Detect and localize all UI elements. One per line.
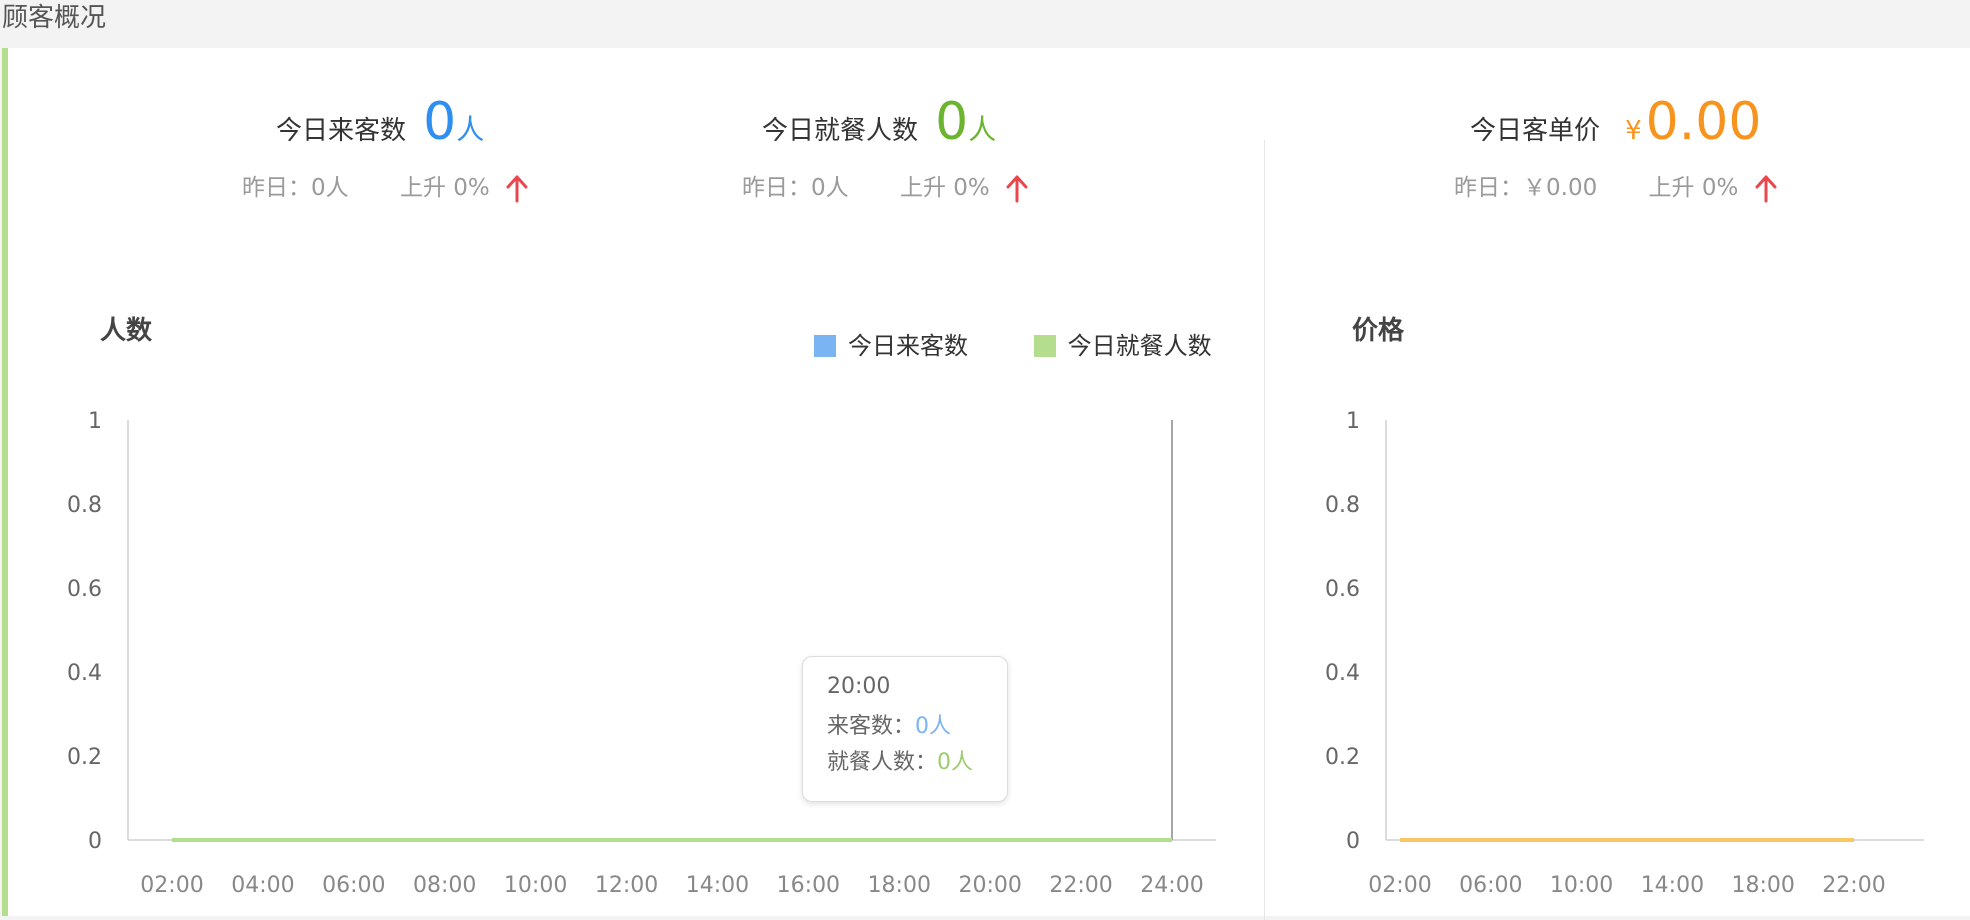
left-chart-x-tick-label: 12:00 xyxy=(595,873,658,898)
left-chart-x-tick-label: 06:00 xyxy=(322,873,385,898)
stat-visitors-yesterday: 昨日：0人 xyxy=(242,175,349,201)
left-chart-x-tick-label: 20:00 xyxy=(958,873,1021,898)
arrow-up-icon xyxy=(1755,175,1777,202)
left-chart-x-tick-label: 14:00 xyxy=(686,873,749,898)
left-chart-x-tick-label: 04:00 xyxy=(231,873,294,898)
left-chart-x-tick-label: 10:00 xyxy=(504,873,567,898)
left-chart-x-tick-label: 18:00 xyxy=(868,873,931,898)
stat-avg-price-change: 上升 0% xyxy=(1648,175,1739,201)
right-chart-x-tick-label: 14:00 xyxy=(1641,873,1704,898)
left-chart-x-tick-label: 08:00 xyxy=(413,873,476,898)
left-chart-x-tick-label: 02:00 xyxy=(140,873,203,898)
right-chart-y-tick-label: 0.4 xyxy=(1325,661,1360,686)
stat-avg-price-yesterday: 昨日：￥0.00 xyxy=(1454,175,1598,201)
arrow-up-icon xyxy=(1006,175,1028,202)
right-chart-x-tick-label: 06:00 xyxy=(1459,873,1522,898)
chart-tooltip: 20:00 来客数：0人 就餐人数：0人 xyxy=(802,656,1008,802)
stat-diners-yesterday: 昨日：0人 xyxy=(742,175,849,201)
left-chart-x-tick-label: 16:00 xyxy=(777,873,840,898)
left-chart-y-tick-label: 0.2 xyxy=(67,745,102,770)
stat-visitors-change: 上升 0% xyxy=(399,175,490,201)
tooltip-visitors-value: 0人 xyxy=(915,714,952,739)
section-title: 顾客概况 xyxy=(2,3,107,33)
stat-diners-label: 今日就餐人数 xyxy=(762,116,919,146)
stat-avg-price-value: 0.00 xyxy=(1645,92,1762,152)
stat-visitors-value: 0 xyxy=(423,92,457,152)
stat-avg-price-label: 今日客单价 xyxy=(1470,116,1601,146)
tooltip-diners-label: 就餐人数： xyxy=(827,750,938,775)
tooltip-diners-value: 0人 xyxy=(937,750,974,775)
left-chart-x-tick-label: 22:00 xyxy=(1049,873,1112,898)
left-chart-x-tick-label: 24:00 xyxy=(1140,873,1203,898)
left-chart-y-tick-label: 0.6 xyxy=(67,577,102,602)
left-chart-y-tick-label: 0 xyxy=(88,829,102,854)
left-chart-y-tick-label: 1 xyxy=(88,409,102,434)
stat-visitors-unit: 人 xyxy=(456,113,485,146)
right-chart-x-tick-label: 18:00 xyxy=(1731,873,1794,898)
visitors-line-chart[interactable]: 0 0.2 0.4 0.6 0.8 1 02:00 04:00 06:00 08:00 10:00 1… xyxy=(8,348,1258,908)
right-chart-y-tick-label: 0.2 xyxy=(1325,745,1360,770)
stat-avg-price-sub: 昨日：￥0.00 上升 0% xyxy=(1454,168,1778,203)
stat-diners-sub: 昨日：0人 上升 0% xyxy=(742,168,1029,203)
stat-visitors-sub: 昨日：0人 上升 0% xyxy=(242,168,529,203)
left-chart-y-tick-label: 0.4 xyxy=(67,661,102,686)
tooltip-diners-row: 就餐人数：0人 xyxy=(827,745,1007,781)
left-chart-y-axis-title: 人数 xyxy=(100,316,153,346)
stat-avg-price-currency: ¥ xyxy=(1625,116,1642,146)
right-chart-x-tick-label: 02:00 xyxy=(1368,873,1431,898)
stat-diners-unit: 人 xyxy=(968,113,997,146)
right-chart-y-tick-label: 0.6 xyxy=(1325,577,1360,602)
stat-diners-value: 0 xyxy=(935,92,969,152)
right-chart-y-axis-title: 价格 xyxy=(1352,316,1405,346)
customer-overview-panel: 今日来客数 0人 昨日：0人 上升 0% 今日就餐人数 0人 昨日：0人 上升 … xyxy=(2,48,1970,920)
stat-visitors-label: 今日来客数 xyxy=(276,116,407,146)
right-chart-x-tick-label: 22:00 xyxy=(1822,873,1885,898)
stat-avg-price: 今日客单价 ¥0.00 xyxy=(1470,92,1761,152)
right-chart-x-tick-label: 10:00 xyxy=(1550,873,1613,898)
right-chart-y-tick-label: 1 xyxy=(1346,409,1360,434)
stat-visitors: 今日来客数 0人 xyxy=(276,92,484,152)
stat-diners-change: 上升 0% xyxy=(899,175,990,201)
right-chart-y-tick-label: 0.8 xyxy=(1325,493,1360,518)
left-chart-y-tick-label: 0.8 xyxy=(67,493,102,518)
tooltip-visitors-row: 来客数：0人 xyxy=(827,709,1007,745)
right-chart-y-tick-label: 0 xyxy=(1346,829,1360,854)
stat-diners: 今日就餐人数 0人 xyxy=(762,92,996,152)
tooltip-visitors-label: 来客数： xyxy=(827,714,916,739)
arrow-up-icon xyxy=(506,175,528,202)
price-line-chart[interactable]: 0 0.2 0.4 0.6 0.8 1 02:00 06:00 10:00 14:00 18:00 2… xyxy=(1264,348,1964,908)
tooltip-time: 20:00 xyxy=(827,674,891,699)
